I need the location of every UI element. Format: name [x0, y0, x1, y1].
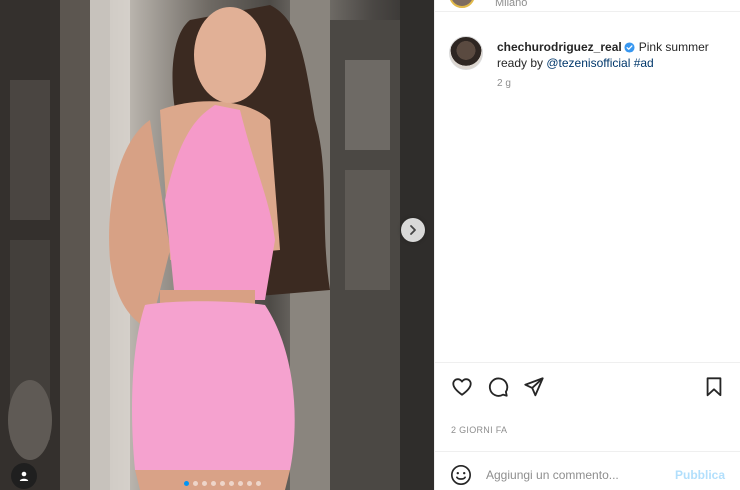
post-date[interactable]: 2 GIORNI FA	[451, 425, 507, 435]
like-button[interactable]	[450, 375, 474, 399]
action-bar: 2 GIORNI FA	[435, 362, 740, 435]
save-button[interactable]	[702, 375, 726, 399]
comment-input[interactable]	[486, 462, 666, 488]
comment-button[interactable]	[486, 375, 510, 399]
publish-button[interactable]: Pubblica	[675, 468, 725, 482]
carousel-next-button[interactable]	[401, 218, 425, 242]
bookmark-icon	[706, 377, 722, 397]
carousel-indicator	[184, 481, 261, 486]
caption-hashtag[interactable]: #ad	[634, 56, 654, 70]
caption-avatar[interactable]	[449, 36, 483, 70]
carousel-dot	[220, 481, 225, 486]
user-tag-icon	[19, 471, 29, 481]
carousel-dot	[238, 481, 243, 486]
add-comment-row: Pubblica	[435, 451, 740, 490]
caption-timestamp[interactable]: 2 g	[497, 78, 511, 89]
post-header: Milano	[435, 0, 740, 12]
comment-icon	[488, 377, 509, 397]
chevron-right-icon	[410, 225, 416, 235]
post-media[interactable]	[0, 0, 434, 490]
header-avatar[interactable]	[449, 0, 475, 8]
carousel-dot	[211, 481, 216, 486]
share-button[interactable]	[522, 375, 546, 399]
carousel-dot	[247, 481, 252, 486]
post-location[interactable]: Milano	[495, 0, 527, 9]
heart-icon	[452, 378, 472, 396]
emoji-icon	[451, 465, 471, 485]
caption-username[interactable]: chechurodriguez_real	[497, 40, 622, 54]
emoji-button[interactable]	[450, 464, 474, 488]
verified-badge-icon	[624, 42, 635, 53]
carousel-dot-active	[184, 481, 189, 486]
post-side-panel: Milano chechurodriguez_real Pink summer r…	[434, 0, 740, 490]
carousel-dot	[229, 481, 234, 486]
carousel-dot	[202, 481, 207, 486]
send-icon	[524, 377, 544, 397]
post-photo	[0, 0, 434, 490]
carousel-dot	[193, 481, 198, 486]
tagged-users-button[interactable]	[11, 463, 37, 489]
caption-text: chechurodriguez_real Pink summer ready by…	[497, 39, 733, 71]
caption-mention[interactable]: @tezenisofficial	[546, 56, 630, 70]
carousel-dot	[256, 481, 261, 486]
